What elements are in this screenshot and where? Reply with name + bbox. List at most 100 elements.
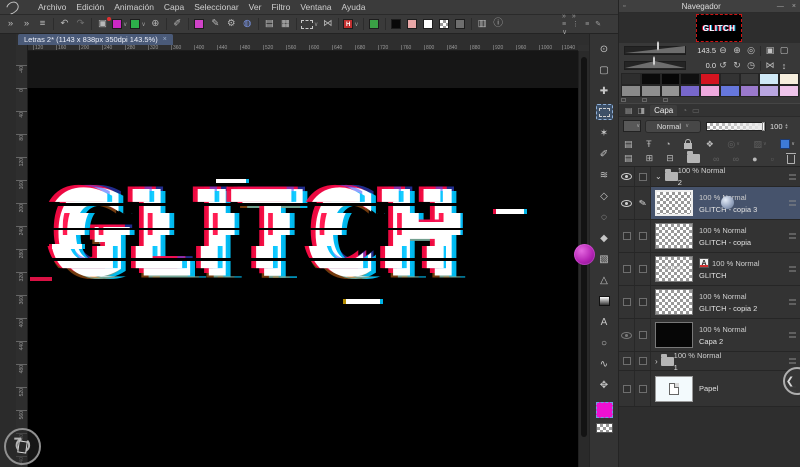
zoom-slider-handle[interactable] — [657, 41, 659, 51]
dock-collapse-icon[interactable]: » — [562, 13, 566, 21]
layer-handle-icon[interactable] — [789, 233, 796, 239]
layer-thumbnail[interactable] — [655, 375, 693, 402]
select-source-icon[interactable]: ◎ ∨ — [727, 139, 740, 150]
layer-handle-icon[interactable] — [789, 358, 796, 364]
edit-cell[interactable] — [635, 319, 651, 351]
tab-close-icon[interactable]: × — [163, 36, 167, 43]
color-swatch[interactable] — [621, 73, 641, 85]
curve-tool[interactable]: ∿ — [596, 356, 613, 372]
edit-cell[interactable] — [635, 220, 651, 252]
lock-transparent-icon[interactable]: ❖ — [706, 139, 714, 150]
visibility-cell[interactable] — [619, 319, 635, 351]
canvas-viewport[interactable]: GLITCH GLITCH GLITCH GLITCH GLITCH — [28, 51, 578, 467]
balloon-tool[interactable]: ○ — [596, 335, 613, 351]
marquee-icon[interactable]: ∨ — [300, 17, 319, 32]
menu-ayuda[interactable]: Ayuda — [337, 0, 371, 15]
layers-stack-icon[interactable]: ▤ — [262, 17, 277, 32]
layer-row-content[interactable]: › 100 % Normal 1 — [651, 351, 800, 372]
menu-ver[interactable]: Ver — [244, 0, 267, 15]
flip-view-icon[interactable]: ⋈ — [320, 17, 335, 32]
rotate-left-button[interactable]: ↺ — [716, 60, 730, 71]
eraser-tool[interactable]: ◇ — [596, 188, 613, 204]
panel-dock-icon[interactable]: ▫ — [619, 3, 629, 10]
color-black-swatch[interactable] — [389, 17, 404, 32]
layer-color-icon[interactable]: ∨ — [780, 139, 795, 149]
h-tool-swatch[interactable]: H ∨ — [342, 17, 359, 32]
color-swatch[interactable] — [640, 73, 661, 85]
edit-cell[interactable] — [635, 167, 651, 186]
hand-tool[interactable]: ✥ — [596, 377, 613, 393]
layer-handle-icon[interactable] — [789, 332, 796, 338]
combine-below-icon[interactable]: ∞ — [713, 154, 719, 164]
flip-vertical-button[interactable]: ↕ — [777, 60, 791, 71]
color-swatch[interactable] — [621, 85, 641, 97]
figure-tool[interactable]: △ — [596, 272, 613, 288]
layer-row-content[interactable]: ⌄ 100 % Normal 2 — [651, 166, 800, 187]
fill-tool[interactable]: ◆ — [596, 230, 613, 246]
layer-row-glitch-copia-3[interactable]: ✎ 100 % Normal GLITCH - copia 3 — [619, 187, 800, 220]
color-swatch[interactable] — [759, 73, 780, 85]
palette-marker[interactable] — [663, 98, 668, 102]
edit-cell[interactable] — [635, 352, 651, 370]
close-icon[interactable]: × — [788, 3, 800, 10]
rotate-canvas-button[interactable]: ↻ — [4, 428, 41, 465]
pattern-swatch[interactable] — [367, 17, 382, 32]
layer-row-content[interactable]: 100 % Normal Capa 2 — [651, 319, 800, 351]
edit-cell[interactable]: ✎ — [635, 187, 651, 219]
auto-select-tool[interactable]: ✶ — [596, 125, 613, 141]
visibility-cell[interactable] — [619, 220, 635, 252]
panel-toggle-icon[interactable]: ▥ — [475, 17, 490, 32]
menu-animación[interactable]: Animación — [109, 0, 159, 15]
layer-row-glitch-copia-2[interactable]: 100 % Normal GLITCH - copia 2 — [619, 286, 800, 319]
color-swatch[interactable] — [779, 73, 799, 85]
grid-icon[interactable]: ▦ — [278, 17, 293, 32]
color-transparent-swatch[interactable] — [437, 17, 452, 32]
color-pink-swatch[interactable] — [405, 17, 420, 32]
move-tool[interactable]: ✚ — [596, 83, 613, 99]
color-swatch[interactable] — [739, 85, 760, 97]
blend-thumbnail-dropdown[interactable]: ∨ — [623, 120, 641, 132]
color-swatch[interactable] — [660, 85, 681, 97]
new-layer-button[interactable]: ⊞ — [646, 153, 654, 164]
info-icon[interactable]: ⓘ — [491, 17, 506, 32]
tab-capa[interactable]: Capa — [650, 104, 678, 116]
layer-handle-icon[interactable] — [789, 174, 796, 179]
dock-mini-icon[interactable]: ≡ — [562, 21, 566, 29]
visibility-cell[interactable] — [619, 371, 635, 406]
zoom-slider[interactable] — [624, 41, 686, 55]
flip-horizontal-button[interactable]: ⋈ — [763, 60, 777, 71]
object-tool[interactable]: ▢ — [596, 62, 613, 78]
text-tool[interactable]: A — [596, 314, 613, 330]
layer-row-glitch[interactable]: GLITCH A 100 % Normal GLITCH — [619, 253, 800, 286]
edit-cell[interactable] — [635, 371, 651, 406]
actual-size-button[interactable]: ▢ — [777, 45, 791, 56]
material-ball-icon[interactable]: ◍ — [240, 17, 255, 32]
color-swatch[interactable] — [680, 73, 701, 85]
edit-cell[interactable] — [635, 253, 651, 285]
layer-thumbnail[interactable] — [655, 322, 693, 348]
menu-edición[interactable]: Edición — [71, 0, 109, 15]
fx-swatch[interactable] — [192, 17, 207, 32]
document-tab[interactable]: Letras 2* (1143 x 838px 350dpi 143.5%) × — [18, 34, 173, 45]
color-gray-swatch[interactable] — [453, 17, 468, 32]
layer-handle-icon[interactable] — [789, 299, 796, 305]
mast-icon[interactable]: Ŧ — [646, 139, 652, 149]
menu-filtro[interactable]: Filtro — [266, 0, 295, 15]
rotate-slider[interactable] — [624, 56, 686, 70]
layer-row-content[interactable]: GLITCH A 100 % Normal GLITCH — [651, 253, 800, 285]
layer-row-glitch-copia[interactable]: 100 % Normal GLITCH - copia — [619, 220, 800, 253]
palette-marker[interactable] — [621, 98, 626, 102]
clip-at-layer-icon[interactable]: ◔ — [665, 139, 670, 149]
visibility-cell[interactable] — [619, 187, 635, 219]
menu-seleccionar[interactable]: Seleccionar — [189, 0, 243, 15]
selection-tool[interactable] — [595, 104, 613, 120]
zoom-out-button[interactable]: ⊖ — [716, 45, 730, 56]
delete-layer-button[interactable] — [785, 153, 796, 164]
transparent-color-swatch[interactable] — [595, 423, 613, 433]
visibility-cell[interactable] — [619, 253, 635, 285]
lock-layer-icon[interactable] — [684, 138, 693, 149]
eyedropper-icon[interactable]: ✐ — [170, 17, 185, 32]
menu-archivo[interactable]: Archivo — [33, 0, 71, 15]
dock-collapse-2-icon[interactable]: » — [19, 17, 34, 32]
brush-color-swatch[interactable]: ∨ — [111, 17, 128, 32]
